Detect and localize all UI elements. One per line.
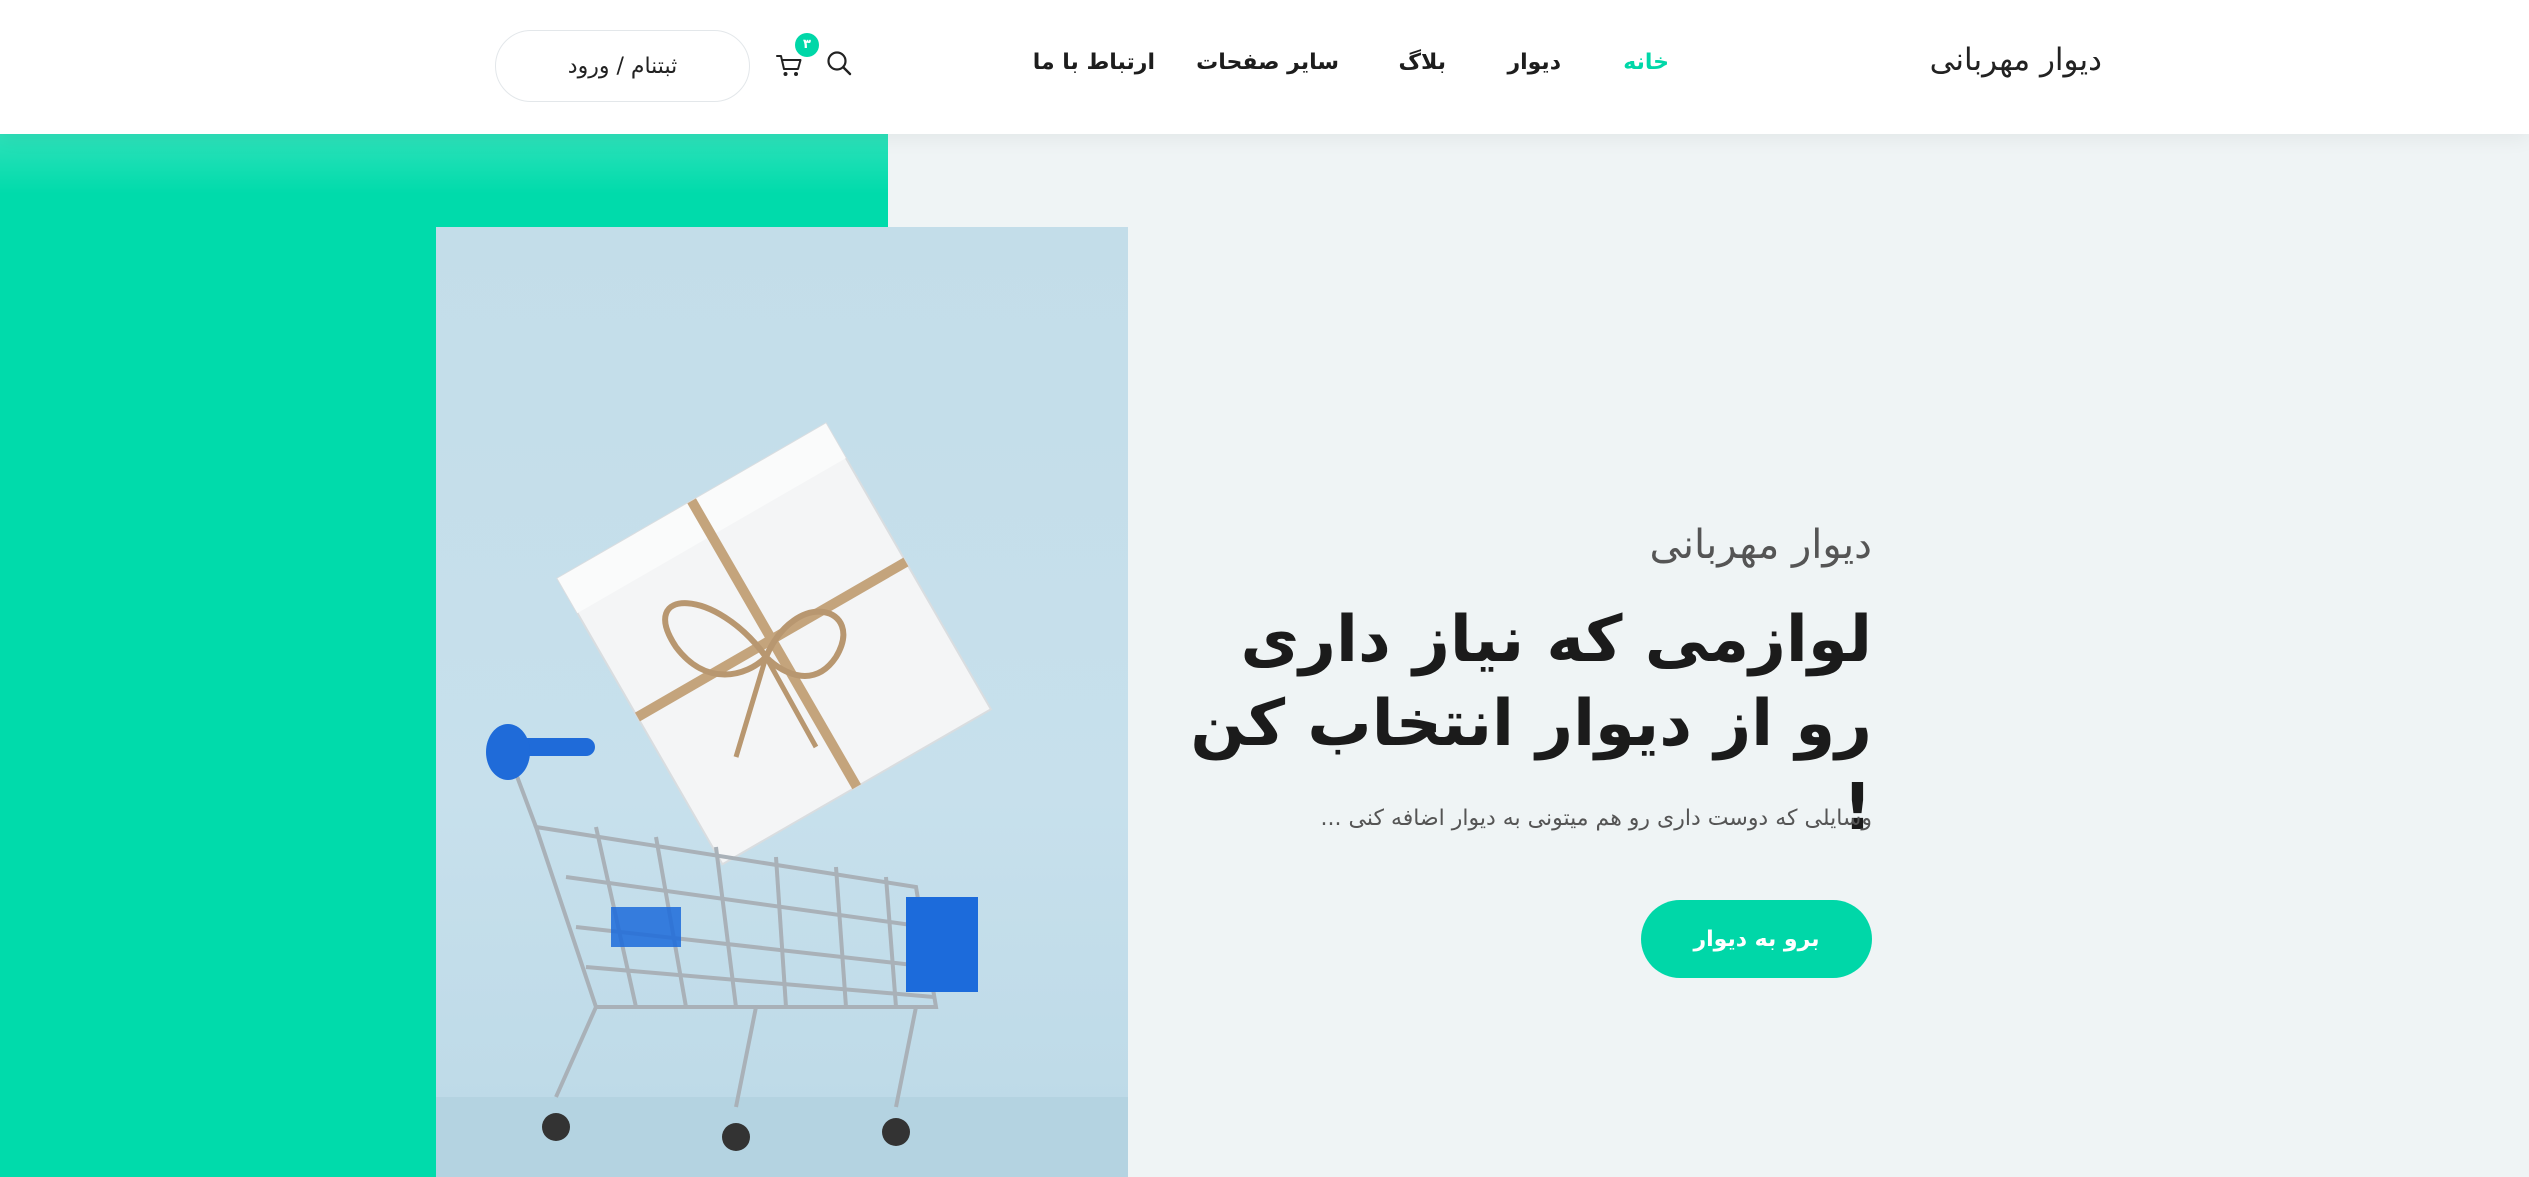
hero-description: وسایلی که دوست داری رو هم میتونی به دیوا… [1320,806,1872,831]
login-register-button[interactable]: ثبتنام / ورود [495,30,750,102]
nav-item-wall[interactable]: دیوار [1507,50,1561,75]
hero-green-fade [0,134,888,194]
cart-count-badge: ۳ [795,33,819,57]
nav-item-blog[interactable]: بلاگ [1399,50,1447,75]
search-icon[interactable] [824,48,854,78]
hero-subtitle: دیوار مهربانی [1649,522,1872,568]
shopping-cart-gift-illustration [436,422,1128,1177]
nav-item-home[interactable]: خانه [1623,50,1669,75]
go-to-wall-button[interactable]: برو به دیوار [1641,900,1872,978]
nav-item-contact[interactable]: ارتباط با ما [1033,50,1155,75]
main-nav: خانه دیوار بلاگ سایر صفحات ارتباط با ما [0,50,2529,90]
hero-image-shopping-cart-gift [436,227,1128,1177]
nav-item-other-pages[interactable]: سایر صفحات [1196,50,1339,75]
site-header: دیوار مهربانی خانه دیوار بلاگ سایر صفحات… [0,0,2529,134]
